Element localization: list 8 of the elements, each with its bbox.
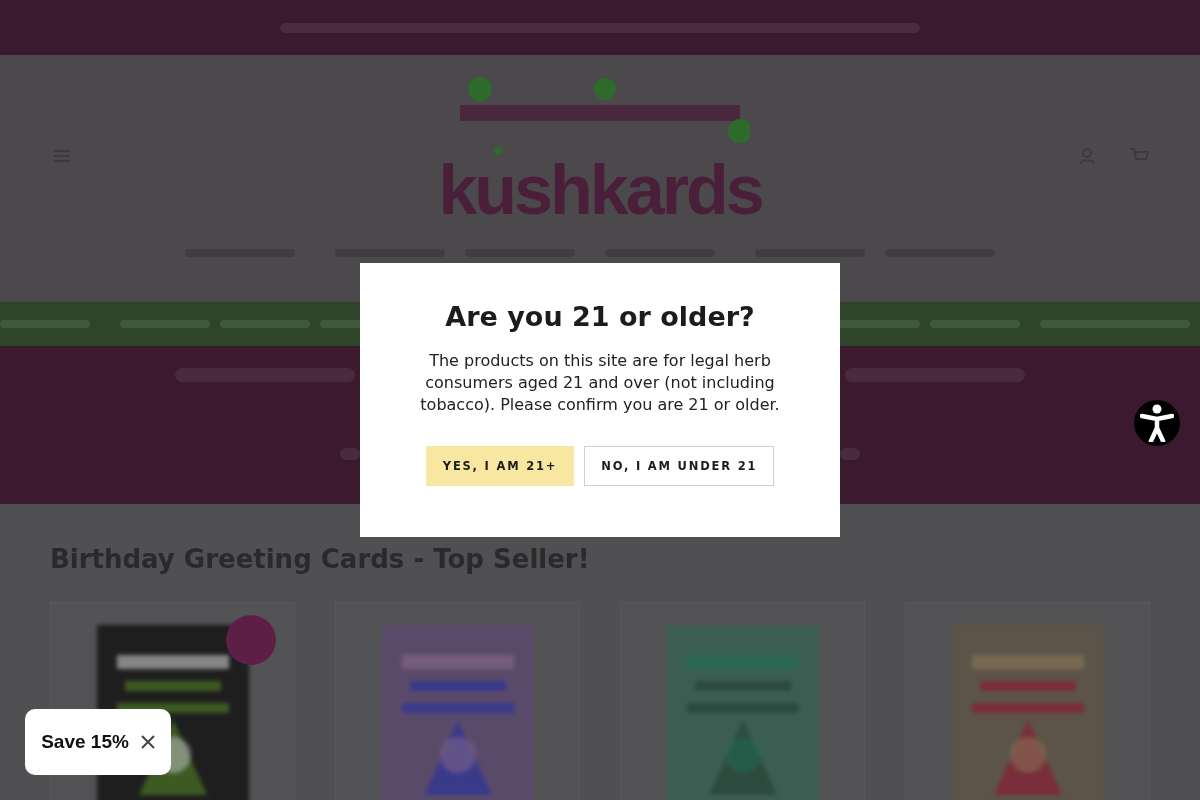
close-button[interactable]	[140, 735, 155, 749]
close-icon	[140, 735, 155, 749]
decline-button[interactable]: NO, I AM UNDER 21	[584, 446, 775, 486]
confirm-button[interactable]: YES, I AM 21+	[425, 446, 575, 486]
accessibility-icon	[1140, 404, 1174, 442]
dialog-title: Are you 21 or older?	[445, 301, 755, 332]
discount-button[interactable]: Save 15%	[41, 731, 129, 753]
dialog-message: The products on this site are for legal herb consumers aged 21 and over (not including tobacco). Please confirm you are 21 or older.	[419, 350, 781, 416]
